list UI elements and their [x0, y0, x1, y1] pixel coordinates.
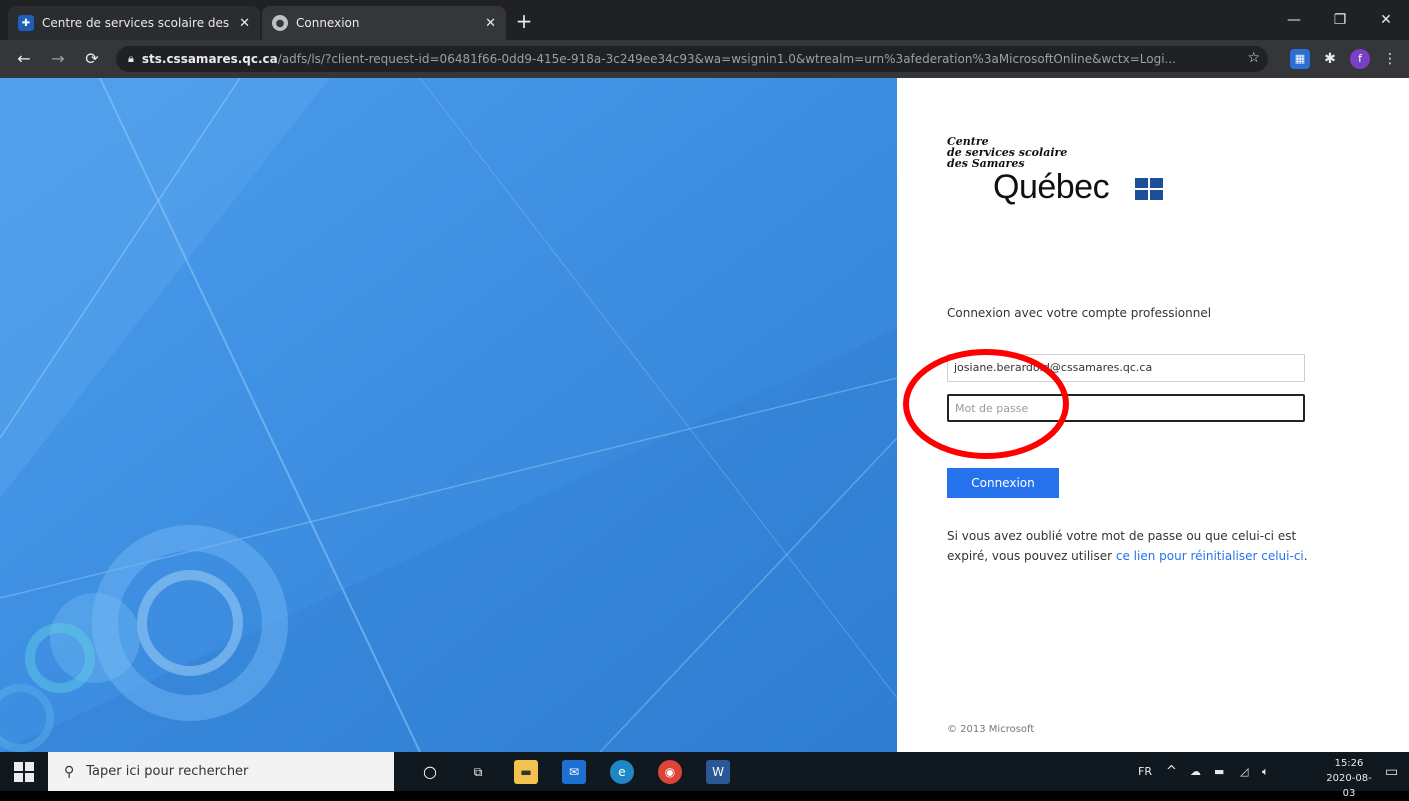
- onedrive-icon[interactable]: ☁: [1190, 752, 1201, 791]
- edge-icon[interactable]: e: [610, 760, 634, 784]
- page-content: Centre de services scolaire des Samares …: [0, 78, 1409, 752]
- hero-background: [0, 78, 897, 752]
- new-tab-button[interactable]: +: [512, 10, 536, 34]
- logo-quebec: Québec: [993, 168, 1110, 206]
- search-placeholder: Taper ici pour rechercher: [86, 764, 249, 779]
- chrome-icon[interactable]: ◉: [658, 760, 682, 784]
- profile-avatar[interactable]: f: [1350, 49, 1370, 69]
- mail-icon[interactable]: ✉: [562, 760, 586, 784]
- lock-icon: 🔒︎: [128, 52, 134, 65]
- battery-icon[interactable]: ▬: [1214, 752, 1224, 791]
- taskbar-clock[interactable]: 15:26 2020-08-03: [1320, 756, 1378, 801]
- annotation-circle: [903, 349, 1069, 459]
- search-icon: ⚲: [64, 763, 75, 780]
- globe-icon: ●: [272, 15, 288, 31]
- close-tab-icon[interactable]: ✕: [239, 16, 250, 31]
- browser-toolbar: ← → ⟳ 🔒︎ sts.cssamares.qc.ca /adfs/ls/?c…: [0, 40, 1409, 78]
- tab-title: Connexion: [296, 16, 360, 30]
- translate-extension-icon[interactable]: ▦: [1290, 49, 1310, 69]
- close-tab-icon[interactable]: ✕: [485, 16, 496, 31]
- puzzle-extension-icon[interactable]: ✱: [1320, 49, 1340, 69]
- task-view-icon[interactable]: ⧉: [466, 760, 490, 784]
- file-explorer-icon[interactable]: ▬: [514, 760, 538, 784]
- tab-school[interactable]: ✚ Centre de services scolaire des S ✕: [8, 6, 260, 40]
- organization-logo: Centre de services scolaire des Samares …: [947, 136, 1207, 226]
- close-window-icon[interactable]: ✕: [1363, 0, 1409, 40]
- copyright-footer: © 2013 Microsoft: [947, 724, 1035, 735]
- taskbar-search[interactable]: ⚲ Taper ici pour rechercher: [48, 752, 394, 791]
- word-icon[interactable]: W: [706, 760, 730, 784]
- menu-kebab-icon[interactable]: ⋮: [1380, 49, 1400, 69]
- help-text-end: .: [1303, 549, 1308, 563]
- restore-icon[interactable]: ❐: [1317, 0, 1363, 40]
- notifications-icon[interactable]: ▭: [1385, 752, 1398, 791]
- minimize-icon[interactable]: —: [1271, 0, 1317, 40]
- bookmark-star-icon[interactable]: ☆: [1247, 50, 1260, 66]
- sign-in-heading: Connexion avec votre compte professionne…: [947, 306, 1212, 320]
- reset-password-link[interactable]: ce lien pour réinitialiser celui-ci: [1116, 549, 1304, 563]
- language-indicator[interactable]: FR: [1138, 752, 1152, 791]
- url-path: /adfs/ls/?client-request-id=06481f66-0dd…: [277, 52, 1176, 66]
- cortana-icon[interactable]: ○: [418, 760, 442, 784]
- browser-tab-strip: ✚ Centre de services scolaire des S ✕ ● …: [0, 0, 1409, 40]
- network-icon[interactable]: ◿: [1240, 752, 1248, 791]
- windows-start-icon[interactable]: [14, 762, 34, 782]
- password-help-text: Si vous avez oublié votre mot de passe o…: [947, 526, 1319, 566]
- volume-icon[interactable]: 🔈︎: [1262, 752, 1269, 791]
- tab-title: Centre de services scolaire des S: [42, 16, 234, 30]
- url-host: sts.cssamares.qc.ca: [141, 52, 278, 66]
- hero-decoration: [0, 78, 897, 752]
- clock-date: 2020-08-03: [1326, 773, 1372, 799]
- quebec-flag-icon: [1135, 178, 1163, 200]
- forward-arrow-icon[interactable]: →: [48, 49, 68, 69]
- tab-connexion[interactable]: ● Connexion ✕: [262, 6, 506, 40]
- back-arrow-icon[interactable]: ←: [14, 49, 34, 69]
- address-bar[interactable]: 🔒︎ sts.cssamares.qc.ca /adfs/ls/?client-…: [116, 46, 1268, 72]
- school-favicon-icon: ✚: [18, 15, 34, 31]
- windows-taskbar: ⚲ Taper ici pour rechercher ○ ⧉ ▬ ✉ e ◉ …: [0, 752, 1409, 799]
- reload-icon[interactable]: ⟳: [82, 49, 102, 69]
- tray-chevron-icon[interactable]: ^: [1166, 752, 1177, 791]
- clock-time: 15:26: [1334, 758, 1364, 769]
- sign-in-button[interactable]: Connexion: [947, 468, 1059, 498]
